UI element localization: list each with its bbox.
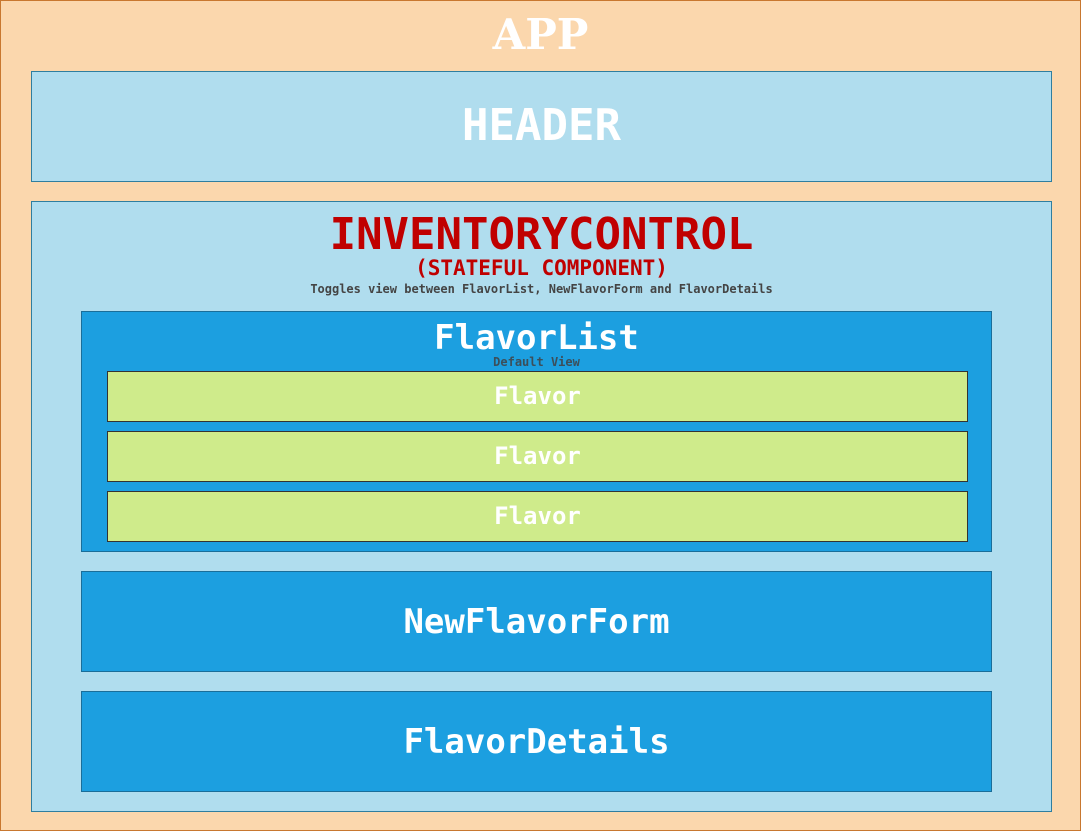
app-title: APP [492, 10, 589, 59]
header-box: HEADER [31, 71, 1052, 182]
new-flavor-form-box: NewFlavorForm [81, 571, 992, 672]
flavor-list-title: FlavorList [434, 318, 639, 358]
flavor-list-note: Default View [493, 355, 580, 369]
inventory-control-title: INVENTORYCONTROL [329, 209, 754, 260]
flavor-details-title: FlavorDetails [403, 721, 670, 762]
flavor-item: Flavor [107, 491, 968, 542]
flavor-list-box: FlavorList Default View Flavor Flavor Fl… [81, 311, 992, 552]
flavor-details-box: FlavorDetails [81, 691, 992, 792]
flavor-item: Flavor [107, 431, 968, 482]
app-container: APP HEADER INVENTORYCONTROL (STATEFUL CO… [0, 0, 1081, 831]
inventory-control-subtitle: (STATEFUL COMPONENT) [415, 256, 668, 280]
new-flavor-form-title: NewFlavorForm [403, 601, 670, 642]
inventory-control-description: Toggles view between FlavorList, NewFlav… [310, 282, 773, 296]
header-title: HEADER [462, 100, 621, 151]
flavor-item: Flavor [107, 371, 968, 422]
